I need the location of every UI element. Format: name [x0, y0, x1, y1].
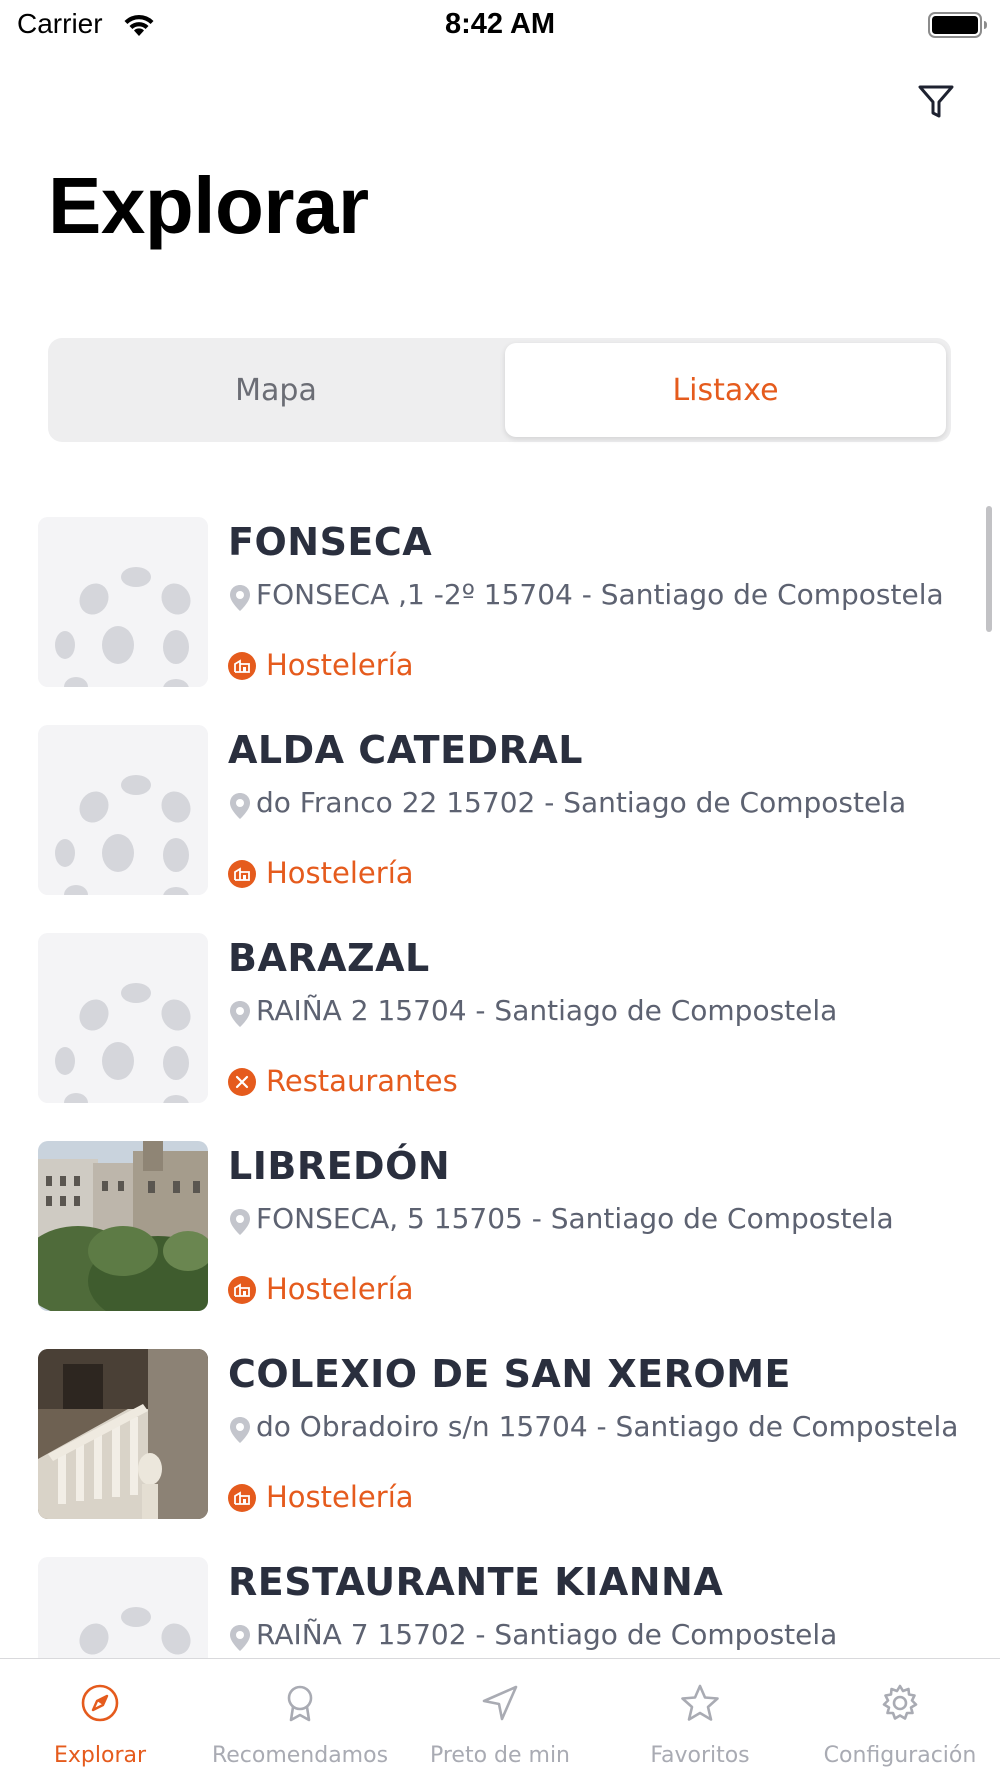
tab-configuracion[interactable]: Configuración: [800, 1659, 1000, 1779]
compass-icon: [81, 1684, 119, 1722]
place-category: Restaurantes: [266, 1064, 458, 1098]
hotel-icon: [228, 860, 256, 888]
place-photo: [38, 1349, 208, 1519]
gear-icon: [882, 1684, 918, 1720]
list-item[interactable]: ALDA CATEDRAL do Franco 22 15702 - Santi…: [0, 708, 1000, 916]
location-pin-icon: [230, 1417, 250, 1443]
location-pin-icon: [230, 1001, 250, 1027]
place-address: do Franco 22 15702 - Santiago de Compost…: [256, 786, 907, 819]
place-category: Hostelería: [266, 856, 414, 890]
status-bar: Carrier 8:42 AM: [0, 0, 1000, 50]
tab-label: Preto de min: [429, 1743, 571, 1768]
place-category: Hostelería: [266, 648, 414, 682]
tab-label: Recomendamos: [211, 1743, 389, 1768]
filter-icon: [918, 85, 954, 118]
place-address: do Obradoiro s/n 15704 - Santiago de Com…: [256, 1410, 959, 1443]
scroll-indicator[interactable]: [986, 506, 992, 632]
segment-mapa[interactable]: Mapa: [53, 343, 499, 437]
award-icon: [287, 1685, 313, 1722]
placeholder-image: [38, 725, 208, 895]
place-category: Hostelería: [266, 1272, 414, 1306]
place-address: RAIÑA 2 15704 - Santiago de Compostela: [256, 994, 838, 1027]
place-title: BARAZAL: [228, 936, 430, 980]
tab-label: Favoritos: [650, 1743, 750, 1768]
tab-label: Configuración: [823, 1743, 977, 1768]
place-address: FONSECA ,1 -2º 15704 - Santiago de Compo…: [256, 578, 944, 611]
placeholder-image: [38, 517, 208, 687]
place-address: FONSECA, 5 15705 - Santiago de Compostel…: [256, 1202, 894, 1235]
location-pin-icon: [230, 585, 250, 611]
place-title: LIBREDÓN: [228, 1144, 451, 1188]
place-title: FONSECA: [228, 520, 433, 564]
place-category: Hostelería: [266, 1480, 414, 1514]
tab-preto-de-min[interactable]: Preto de min: [400, 1659, 600, 1779]
location-pin-icon: [230, 793, 250, 819]
place-title: ALDA CATEDRAL: [228, 728, 583, 772]
place-title: COLEXIO DE SAN XEROME: [228, 1352, 791, 1396]
list-item[interactable]: RESTAURANTE KIANNA RAIÑA 7 15702 - Santi…: [0, 1540, 1000, 1658]
view-mode-segmented-control: Mapa Listaxe: [48, 338, 951, 442]
list-item[interactable]: LIBREDÓN FONSECA, 5 15705 - Santiago de …: [0, 1124, 1000, 1332]
battery-icon: [928, 12, 987, 38]
placeholder-image: [38, 1557, 208, 1658]
cutlery-icon: [228, 1068, 256, 1096]
place-title: RESTAURANTE KIANNA: [228, 1560, 724, 1604]
location-pin-icon: [230, 1209, 250, 1235]
placeholder-image: [38, 933, 208, 1103]
place-address: RAIÑA 7 15702 - Santiago de Compostela: [256, 1618, 838, 1651]
tab-explorar[interactable]: Explorar: [0, 1659, 200, 1779]
tab-recomendamos[interactable]: Recomendamos: [200, 1659, 400, 1779]
place-photo: [38, 1141, 208, 1311]
location-pin-icon: [230, 1625, 250, 1651]
hotel-icon: [228, 1484, 256, 1512]
filter-button[interactable]: [910, 80, 962, 124]
location-arrow-icon: [482, 1685, 518, 1721]
star-icon: [681, 1684, 719, 1721]
hotel-icon: [228, 652, 256, 680]
tab-label: Explorar: [53, 1743, 147, 1768]
tab-favoritos[interactable]: Favoritos: [600, 1659, 800, 1779]
page-title: Explorar: [48, 161, 369, 250]
places-list[interactable]: FONSECA FONSECA ,1 -2º 15704 - Santiago …: [0, 500, 1000, 1658]
hotel-icon: [228, 1276, 256, 1304]
list-item[interactable]: FONSECA FONSECA ,1 -2º 15704 - Santiago …: [0, 500, 1000, 708]
tab-bar: Explorar Recomendamos Preto de min Favor…: [0, 1658, 1000, 1779]
list-item[interactable]: BARAZAL RAIÑA 2 15704 - Santiago de Comp…: [0, 916, 1000, 1124]
list-item[interactable]: COLEXIO DE SAN XEROME do Obradoiro s/n 1…: [0, 1332, 1000, 1540]
segment-listaxe[interactable]: Listaxe: [505, 343, 946, 437]
clock: 8:42 AM: [444, 8, 556, 40]
